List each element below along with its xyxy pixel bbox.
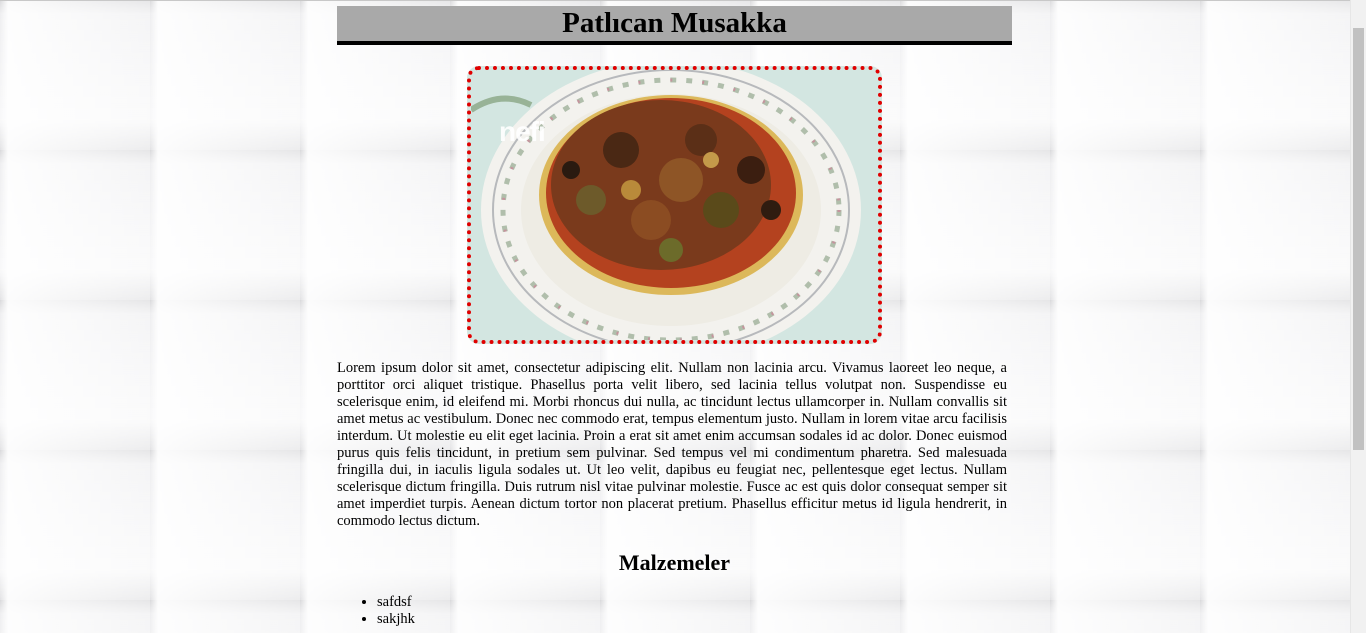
recipe-photo: nefi [467, 66, 882, 344]
ingredients-list: safdsf sakjhk [337, 594, 1012, 628]
recipe-description: Lorem ipsum dolor sit amet, consectetur … [337, 360, 1007, 529]
ingredients-heading: Malzemeler [618, 550, 731, 575]
page-title: Patlıcan Musakka [562, 7, 787, 39]
image-watermark: nefi [499, 116, 546, 147]
title-bar: Patlıcan Musakka [337, 6, 1012, 45]
recipe-content: Patlıcan Musakka nefi Lorem ipsum dolor … [337, 6, 1012, 628]
list-item: safdsf [377, 594, 1012, 611]
browser-top-edge [0, 0, 1350, 1]
scrollbar-thumb[interactable] [1353, 28, 1364, 450]
musakka-dish-image [471, 70, 878, 340]
list-item: sakjhk [377, 611, 1012, 628]
vertical-scrollbar[interactable] [1350, 0, 1366, 633]
